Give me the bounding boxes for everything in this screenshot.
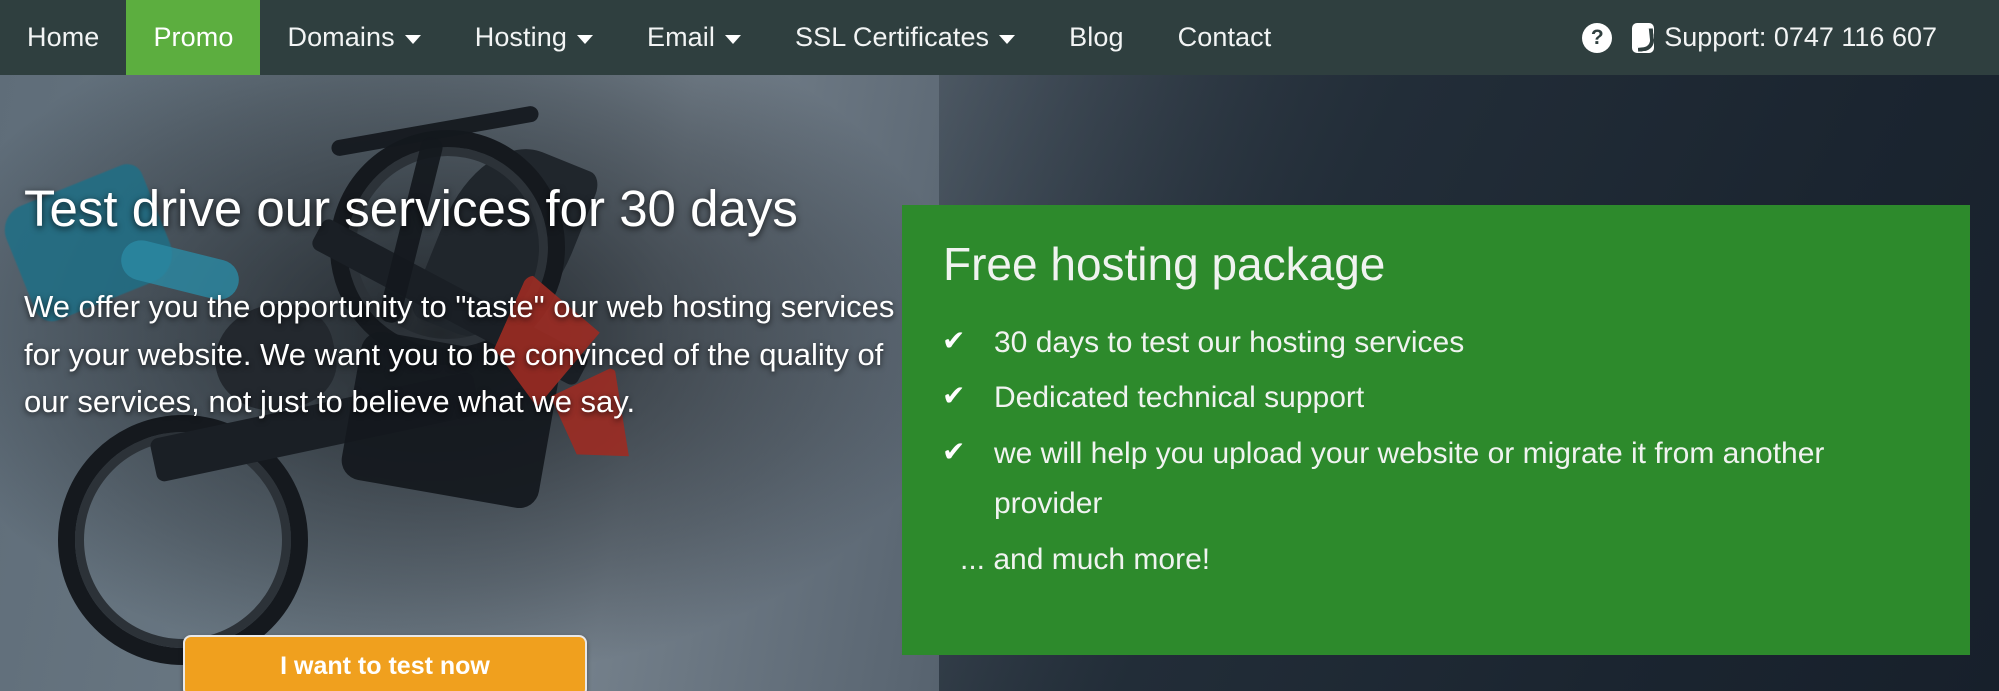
nav-item-email[interactable]: Email [620,0,768,75]
list-item: ✔ 30 days to test our hosting services [942,318,1930,368]
support-phone-label: Support: 0747 116 607 [1664,22,1937,52]
list-item: ✔ we will help you upload your website o… [942,429,1930,529]
promo-feature-list: ✔ 30 days to test our hosting services ✔… [942,318,1930,529]
nav-item-promo[interactable]: Promo [126,0,261,75]
chevron-down-icon [724,35,741,44]
hero-section: Test drive our services for 30 days We o… [0,75,1999,691]
promo-more-label: ... and much more! [960,542,1211,576]
nav-item-label: Domains [287,22,395,52]
nav-item-domains[interactable]: Domains [260,0,447,75]
nav-item-hosting[interactable]: Hosting [448,0,620,75]
hero-copy-block: Test drive our services for 30 days We o… [24,180,904,425]
check-icon: ✔ [942,380,966,412]
promo-feature-label: we will help you upload your website or … [994,437,1825,520]
support-phone-link[interactable]: Support: 0747 116 607 [1632,22,1937,53]
nav-item-blog[interactable]: Blog [1042,0,1150,75]
free-hosting-package-card: Free hosting package ✔ 30 days to test o… [902,205,1970,655]
main-navbar: Home Promo Domains Hosting Email SSL Cer… [0,0,1999,75]
nav-item-label: Email [646,22,715,52]
nav-item-home[interactable]: Home [0,0,126,75]
list-item: ✔ Dedicated technical support [942,373,1930,423]
nav-item-label: Home [27,22,100,52]
nav-item-label: Hosting [474,22,567,52]
nav-item-contact[interactable]: Contact [1151,0,1299,75]
chevron-down-icon [404,35,421,44]
check-icon: ✔ [942,324,966,356]
hero-paragraph: We offer you the opportunity to "taste" … [24,289,895,419]
promo-feature-label: Dedicated technical support [994,381,1365,415]
promo-landing-page: Home Promo Domains Hosting Email SSL Cer… [0,0,1999,691]
test-now-button[interactable]: I want to test now [183,635,587,691]
navbar-utilities: ? Support: 0747 116 607 [1582,0,1999,75]
promo-feature-label: 30 days to test our hosting services [994,325,1465,359]
check-icon: ✔ [942,436,966,468]
page-title: Test drive our services for 30 days [24,180,798,237]
promo-card-title: Free hosting package [943,238,1386,290]
navbar-links: Home Promo Domains Hosting Email SSL Cer… [0,0,1298,75]
question-mark-icon[interactable]: ? [1582,22,1613,53]
nav-item-label: Promo [153,22,234,52]
nav-item-label: Contact [1177,22,1272,52]
phone-icon [1632,22,1655,53]
nav-item-ssl-certificates[interactable]: SSL Certificates [768,0,1042,75]
chevron-down-icon [576,35,593,44]
nav-item-label: Blog [1069,22,1124,52]
nav-item-label: SSL Certificates [794,22,990,52]
chevron-down-icon [999,35,1016,44]
